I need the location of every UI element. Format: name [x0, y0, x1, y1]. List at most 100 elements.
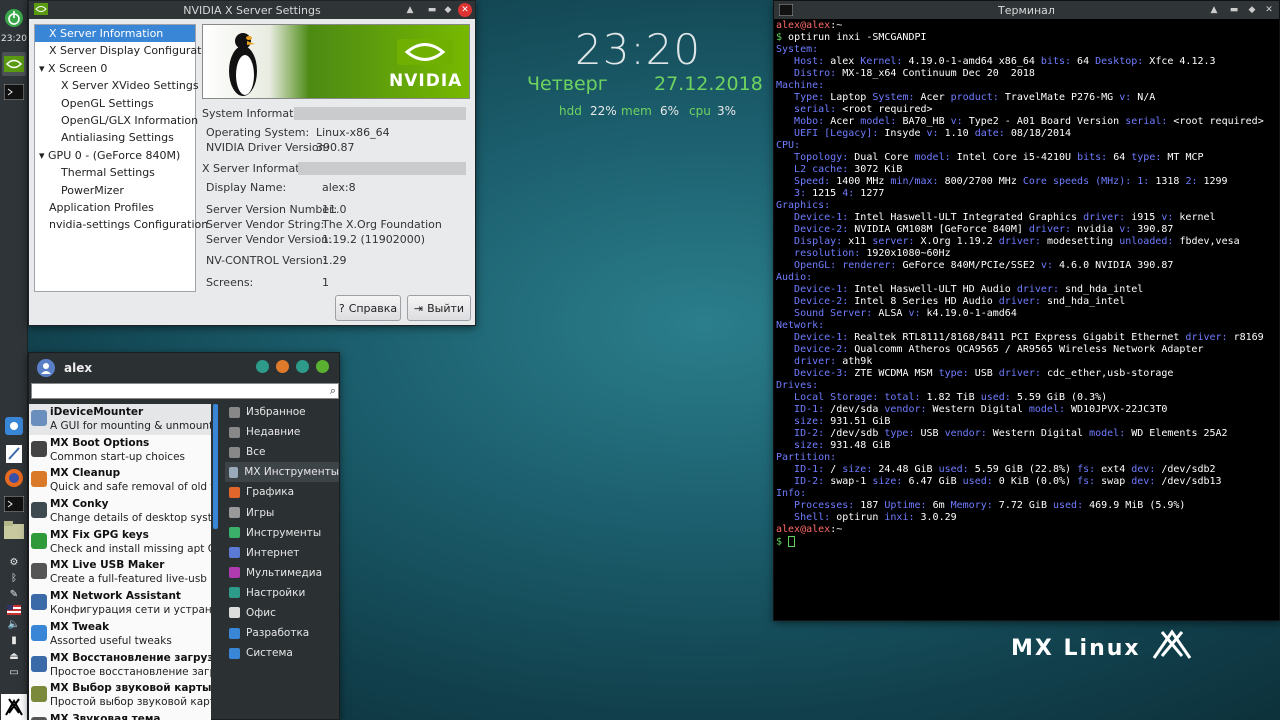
category-item[interactable]: Недавние: [225, 422, 339, 442]
tree-item[interactable]: Thermal Settings: [35, 164, 195, 181]
app-item[interactable]: MX Boot Options Common start-up choices: [29, 435, 211, 466]
vendor-string-value: The X.Org Foundation: [322, 218, 442, 231]
app-item[interactable]: MX Звуковая тема: [29, 711, 211, 720]
nvidia-settings-window: NVIDIA X Server Settings ▲ ▬ ◆ ✕ X Serve…: [28, 0, 476, 326]
lock-screen-button[interactable]: [276, 360, 289, 373]
tree-item[interactable]: OpenGL/GLX Information: [35, 112, 198, 129]
category-label: Все: [246, 446, 266, 459]
terminal-text: driver:: [1028, 224, 1078, 235]
conky-clock: 23:20: [575, 25, 702, 74]
logout-button[interactable]: [316, 360, 329, 373]
category-item[interactable]: Избранное: [225, 402, 339, 422]
app-item[interactable]: MX Network Assistant Конфигурация сети и …: [29, 588, 211, 619]
expander-icon[interactable]: ▾: [39, 62, 48, 75]
terminal-text: driver:: [776, 356, 843, 367]
terminal-text: product:: [950, 92, 1005, 103]
menu-search-input[interactable]: ⌕: [31, 383, 339, 399]
terminal-text: USB: [920, 428, 945, 439]
category-item[interactable]: Офис: [225, 603, 339, 623]
terminal-line: ID-1: / size: 24.48 GiB used: 5.59 GiB (…: [776, 464, 1277, 476]
app-item[interactable]: MX ConkyChange details of desktop system…: [29, 496, 211, 527]
tree-item[interactable]: Antialiasing Settings: [35, 129, 195, 146]
category-item[interactable]: MX Инструменты: [225, 462, 339, 483]
category-item[interactable]: Система: [225, 643, 339, 663]
app-item[interactable]: MX Tweak Assorted useful tweaks: [29, 619, 211, 650]
terminal-text: Device-1:: [776, 284, 855, 295]
settings-manager-button[interactable]: [256, 360, 269, 373]
tree-item[interactable]: OpenGL Settings: [35, 95, 195, 112]
quit-icon: ⇥: [413, 301, 424, 315]
terminal-text: v:: [926, 128, 945, 139]
close-button[interactable]: ✕: [1262, 3, 1276, 17]
tree-item[interactable]: X Server Display Configuration: [35, 42, 218, 59]
category-icon: [229, 446, 240, 458]
terminal-output[interactable]: alex@alex:~ $ optirun inxi -SMCGANDPI Syst…: [774, 19, 1279, 620]
taskbar-terminal[interactable]: [2, 80, 26, 104]
terminal-text: Intel 8 Series HD Audio: [854, 296, 999, 307]
category-label: Инструменты: [246, 526, 322, 539]
launcher-files[interactable]: [2, 518, 26, 542]
launcher-terminal[interactable]: [2, 492, 26, 516]
app-description: Простое восстановление загруз...: [50, 665, 211, 678]
close-button[interactable]: ✕: [458, 3, 472, 17]
stick-button[interactable]: ▲: [1207, 3, 1221, 17]
switch-user-button[interactable]: [296, 360, 309, 373]
terminal-text: Type:: [776, 92, 831, 103]
category-item[interactable]: Инструменты: [225, 523, 339, 543]
terminal-text: $: [776, 32, 789, 43]
terminal-text: vendor:: [884, 404, 933, 415]
expander-icon[interactable]: ▾: [39, 149, 48, 162]
tree-item[interactable]: nvidia-settings Configuration: [35, 216, 208, 233]
tree-item[interactable]: X Server XVideo Settings: [35, 77, 199, 94]
terminal-text: <root required>: [842, 104, 933, 115]
tree-item[interactable]: PowerMizer: [35, 182, 195, 199]
app-item[interactable]: MX Cleanup Quick and safe removal of old …: [29, 465, 211, 496]
tree-item-label: X Server Information: [49, 27, 164, 40]
minimize-button[interactable]: ▬: [1227, 3, 1241, 17]
terminal-text: v:: [908, 308, 927, 319]
terminal-text: Insyde: [884, 128, 927, 139]
tree-item[interactable]: ▾ X Screen 0: [35, 60, 195, 77]
category-item[interactable]: Настройки: [225, 583, 339, 603]
category-item[interactable]: Все: [225, 442, 339, 462]
category-item[interactable]: Мультимедиа: [225, 563, 339, 583]
quit-button[interactable]: ⇥ Выйти: [407, 295, 471, 321]
app-item[interactable]: MX Восстановление загрузчикаПростое восс…: [29, 650, 211, 681]
category-item[interactable]: Интернет: [225, 543, 339, 563]
maximize-button[interactable]: ◆: [1245, 3, 1259, 17]
launcher-firefox[interactable]: [2, 466, 26, 490]
terminal-text: Processes:: [776, 500, 861, 511]
category-item[interactable]: Графика: [225, 482, 339, 502]
terminal-text: fs:: [1077, 464, 1102, 475]
tray-desktop[interactable]: ▭: [2, 660, 26, 684]
minimize-button[interactable]: ▬: [425, 3, 439, 17]
terminal-text: v:: [1119, 224, 1138, 235]
app-item[interactable]: MX Fix GPG keys Check and install missing…: [29, 527, 211, 558]
nvidia-titlebar[interactable]: NVIDIA X Server Settings ▲ ▬ ◆ ✕: [29, 1, 475, 19]
terminal-line: Device-3: ZTE WCDMA MSM type: USB driver…: [776, 368, 1277, 380]
terminal-text: TravelMate P276-MG: [1004, 92, 1120, 103]
app-item[interactable]: iDeviceMounter A GUI for mounting & unmou…: [29, 404, 211, 435]
terminal-text: 6m: [932, 500, 951, 511]
app-item[interactable]: MX Выбор звуковой карты Простой выбор зву…: [29, 680, 211, 711]
terminal-text: $: [776, 536, 789, 548]
tree-item[interactable]: X Server Information: [35, 25, 195, 43]
terminal-titlebar[interactable]: Терминал ▲ ▬ ◆ ✕: [774, 1, 1279, 19]
category-item[interactable]: Игры: [225, 502, 339, 522]
mx-logo-button[interactable]: [1, 694, 27, 720]
help-button[interactable]: ? Справка: [335, 295, 401, 321]
category-item[interactable]: Разработка: [225, 623, 339, 643]
app-item[interactable]: MX Live USB Maker Create a full-featured …: [29, 557, 211, 588]
whisker-menu-button[interactable]: [2, 6, 26, 30]
stick-button[interactable]: ▲: [403, 3, 417, 17]
maximize-button[interactable]: ◆: [441, 3, 455, 17]
launcher-editor[interactable]: [2, 442, 26, 466]
tree-item[interactable]: ▾ GPU 0 - (GeForce 840M): [35, 147, 195, 164]
app-list-scrollbar[interactable]: [213, 404, 218, 529]
taskbar-nvidia[interactable]: [2, 52, 26, 76]
launcher-settings[interactable]: [2, 414, 26, 438]
stick-icon: ▲: [406, 5, 414, 15]
terminal-text: server:: [872, 236, 921, 247]
tree-item[interactable]: Application Profiles: [35, 199, 195, 216]
terminal-line: Topology: Dual Core model: Intel Core i5…: [776, 152, 1277, 164]
